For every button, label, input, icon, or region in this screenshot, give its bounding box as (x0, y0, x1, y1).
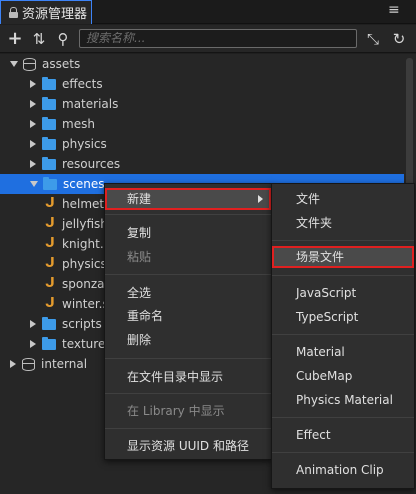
tree-item-label: materials (62, 97, 119, 111)
panel-menu-icon[interactable]: ≡ (388, 3, 402, 17)
tree-item-mesh[interactable]: mesh (0, 114, 404, 134)
scene-file-icon: ᒍ (45, 296, 55, 311)
search-icon[interactable]: ⚲ (55, 31, 71, 47)
collapse-icon[interactable]: ⤡ (365, 31, 381, 47)
folder-icon (42, 96, 56, 110)
collapse-arrow-icon[interactable] (30, 160, 36, 168)
menu-separator (272, 452, 414, 453)
scene-file-icon: ᒍ (45, 236, 55, 251)
sort-icon[interactable]: ⇅ (31, 31, 47, 47)
menu-item-reveal-in-library: 在 Library 中显示 (127, 404, 225, 418)
menu-item-paste: 粘贴 (127, 250, 152, 264)
folder-icon (42, 316, 56, 330)
tree-item-assets[interactable]: assets (0, 54, 404, 74)
menu-item-select-all[interactable]: 全选 (105, 282, 271, 304)
tree-item-label: mesh (62, 117, 95, 131)
database-icon (22, 357, 35, 371)
scene-file-icon: ᒍ (45, 256, 55, 271)
tab-assets-manager[interactable]: 资源管理器 (0, 0, 92, 24)
add-icon[interactable]: + (7, 30, 23, 48)
scene-file-icon: ᒍ (45, 216, 55, 231)
tab-title: 资源管理器 (22, 7, 88, 22)
submenu-item-effect[interactable]: Effect (272, 424, 414, 446)
submenu-item-javascript[interactable]: JavaScript (272, 282, 414, 304)
lock-icon[interactable] (9, 7, 18, 18)
tree-item-label: physics (62, 137, 107, 151)
submenu-item-folder[interactable]: 文件夹 (272, 212, 414, 234)
submenu-item-cubemap[interactable]: CubeMap (272, 365, 414, 387)
collapse-arrow-icon[interactable] (30, 320, 36, 328)
menu-item-label: 新建 (127, 192, 152, 206)
menu-separator (272, 275, 414, 276)
collapse-arrow-icon[interactable] (30, 80, 36, 88)
tree-item-label: scenes (63, 177, 105, 191)
menu-item-delete[interactable]: 删除 (105, 329, 271, 351)
refresh-icon[interactable]: ↻ (391, 31, 407, 47)
menu-item-show-uuid-path[interactable]: 显示资源 UUID 和路径 (105, 435, 271, 457)
submenu-item-material[interactable]: Material (272, 341, 414, 363)
panel-tab-bar: 资源管理器 ≡ (0, 0, 416, 24)
submenu-item-typescript[interactable]: TypeScript (272, 306, 414, 328)
new-submenu: 文件 文件夹 场景文件 JavaScript TypeScript Materi… (271, 183, 415, 489)
menu-separator (272, 240, 414, 241)
menu-item-reveal-in-explorer[interactable]: 在文件目录中显示 (105, 366, 271, 388)
tree-item-resources[interactable]: resources (0, 154, 404, 174)
collapse-arrow-icon[interactable] (10, 360, 16, 368)
toolbar: + ⇅ ⚲ 搜索名称... ⤡ ↻ (0, 25, 416, 53)
menu-separator (272, 334, 414, 335)
expand-arrow-icon[interactable] (10, 61, 18, 67)
menu-item-copy[interactable]: 复制 (105, 222, 271, 244)
submenu-item-file[interactable]: 文件 (272, 188, 414, 210)
collapse-arrow-icon[interactable] (30, 100, 36, 108)
collapse-arrow-icon[interactable] (30, 140, 36, 148)
folder-icon (42, 136, 56, 150)
menu-separator (105, 274, 271, 275)
menu-item-rename[interactable]: 重命名 (105, 305, 271, 327)
submenu-item-animation-clip[interactable]: Animation Clip (272, 459, 414, 481)
tree-item-materials[interactable]: materials (0, 94, 404, 114)
tree-item-label: effects (62, 77, 103, 91)
submenu-arrow-icon (258, 195, 263, 203)
scene-file-icon: ᒍ (45, 276, 55, 291)
tree-item-physics[interactable]: physics (0, 134, 404, 154)
tree-item-label: resources (62, 157, 121, 171)
submenu-item-physics-material[interactable]: Physics Material (272, 389, 414, 411)
menu-separator (105, 428, 271, 429)
expand-arrow-icon[interactable] (30, 181, 38, 187)
scene-file-icon: ᒍ (45, 196, 55, 211)
folder-icon (42, 116, 56, 130)
folder-icon (42, 336, 56, 350)
tree-item-effects[interactable]: effects (0, 74, 404, 94)
menu-separator (105, 214, 271, 215)
folder-icon (42, 156, 56, 170)
menu-separator (105, 393, 271, 394)
menu-separator (105, 358, 271, 359)
folder-icon (42, 76, 56, 90)
tree-item-label: assets (42, 57, 81, 71)
search-input[interactable]: 搜索名称... (79, 29, 357, 48)
tree-item-label: scripts (62, 317, 102, 331)
collapse-arrow-icon[interactable] (30, 120, 36, 128)
menu-separator (272, 417, 414, 418)
collapse-arrow-icon[interactable] (30, 340, 36, 348)
submenu-item-scene-file[interactable]: 场景文件 (272, 246, 414, 268)
folder-icon (43, 176, 57, 190)
menu-item-new[interactable]: 新建 (105, 188, 271, 210)
context-menu: 新建 复制 粘贴 全选 重命名 删除 在文件目录中显示 在 Library 中显… (104, 183, 272, 460)
database-icon (23, 57, 36, 71)
tree-item-label: internal (41, 357, 88, 371)
